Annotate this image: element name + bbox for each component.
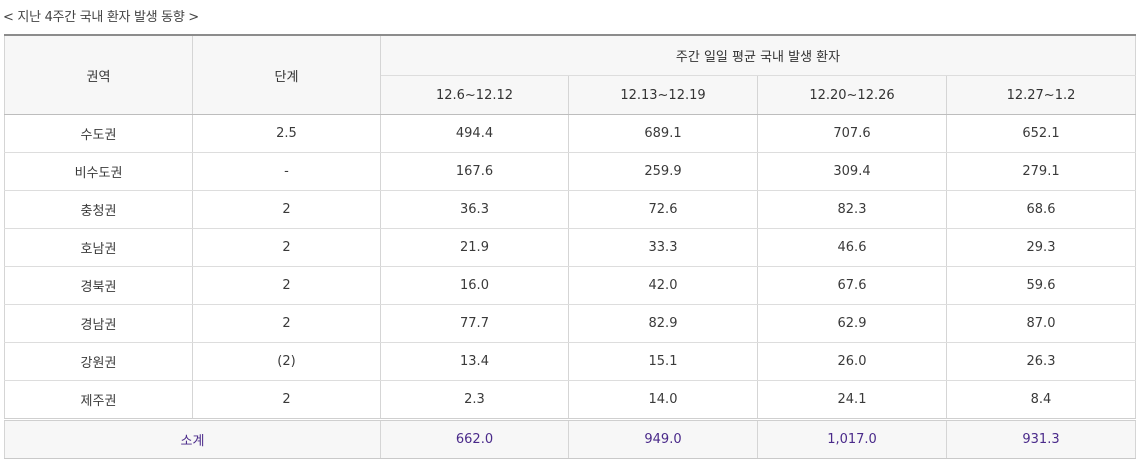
level-cell: 2	[192, 304, 381, 343]
value-cell: 13.4	[380, 342, 569, 381]
level-cell: 2	[192, 228, 381, 267]
value-cell: 87.0	[946, 304, 1136, 343]
region-cell: 충청권	[4, 190, 193, 229]
level-cell: 2	[192, 266, 381, 305]
value-cell: 167.6	[380, 152, 569, 191]
region-cell: 경북권	[4, 266, 193, 305]
column-header-week-1: 12.6~12.12	[380, 75, 569, 115]
value-cell: 689.1	[568, 114, 758, 153]
total-row: 소계 662.0 949.0 1,017.0 931.3	[4, 419, 1136, 459]
table-row: 경남권 2 77.7 82.9 62.9 87.0	[4, 304, 1136, 343]
value-cell: 494.4	[380, 114, 569, 153]
value-cell: 259.9	[568, 152, 758, 191]
region-cell: 경남권	[4, 304, 193, 343]
region-cell: 비수도권	[4, 152, 193, 191]
value-cell: 16.0	[380, 266, 569, 305]
level-cell: (2)	[192, 342, 381, 381]
column-header-region: 권역	[4, 34, 193, 115]
patient-trend-table: 권역 단계 주간 일일 평균 국내 발생 환자 12.6~12.12 12.13…	[4, 34, 1136, 459]
value-cell: 652.1	[946, 114, 1136, 153]
region-cell: 강원권	[4, 342, 193, 381]
table-caption: < 지난 4주간 국내 환자 발생 동향 >	[3, 10, 199, 25]
table-row: 수도권 2.5 494.4 689.1 707.6 652.1	[4, 114, 1136, 153]
level-cell: 2	[192, 190, 381, 229]
total-value-cell: 949.0	[568, 419, 758, 459]
value-cell: 59.6	[946, 266, 1136, 305]
column-header-week-3: 12.20~12.26	[757, 75, 947, 115]
table-row: 강원권 (2) 13.4 15.1 26.0 26.3	[4, 342, 1136, 381]
column-header-week-2: 12.13~12.19	[568, 75, 758, 115]
value-cell: 26.3	[946, 342, 1136, 381]
level-cell: -	[192, 152, 381, 191]
table-row: 비수도권 - 167.6 259.9 309.4 279.1	[4, 152, 1136, 191]
value-cell: 82.3	[757, 190, 947, 229]
value-cell: 707.6	[757, 114, 947, 153]
table-row: 경북권 2 16.0 42.0 67.6 59.6	[4, 266, 1136, 305]
value-cell: 2.3	[380, 380, 569, 421]
region-cell: 호남권	[4, 228, 193, 267]
value-cell: 309.4	[757, 152, 947, 191]
total-label: 소계	[4, 419, 381, 459]
value-cell: 62.9	[757, 304, 947, 343]
table-row: 제주권 2 2.3 14.0 24.1 8.4	[4, 380, 1136, 421]
value-cell: 24.1	[757, 380, 947, 421]
table-row: 충청권 2 36.3 72.6 82.3 68.6	[4, 190, 1136, 229]
value-cell: 21.9	[380, 228, 569, 267]
value-cell: 82.9	[568, 304, 758, 343]
total-value-cell: 1,017.0	[757, 419, 947, 459]
region-cell: 수도권	[4, 114, 193, 153]
column-header-group: 주간 일일 평균 국내 발생 환자	[380, 34, 1136, 76]
table-row: 호남권 2 21.9 33.3 46.6 29.3	[4, 228, 1136, 267]
total-value-cell: 662.0	[380, 419, 569, 459]
value-cell: 36.3	[380, 190, 569, 229]
value-cell: 67.6	[757, 266, 947, 305]
value-cell: 14.0	[568, 380, 758, 421]
value-cell: 33.3	[568, 228, 758, 267]
column-header-week-4: 12.27~1.2	[946, 75, 1136, 115]
value-cell: 8.4	[946, 380, 1136, 421]
value-cell: 77.7	[380, 304, 569, 343]
value-cell: 42.0	[568, 266, 758, 305]
total-value-cell: 931.3	[946, 419, 1136, 459]
value-cell: 15.1	[568, 342, 758, 381]
column-header-level: 단계	[192, 34, 381, 115]
region-cell: 제주권	[4, 380, 193, 421]
level-cell: 2	[192, 380, 381, 421]
value-cell: 279.1	[946, 152, 1136, 191]
value-cell: 29.3	[946, 228, 1136, 267]
value-cell: 26.0	[757, 342, 947, 381]
value-cell: 68.6	[946, 190, 1136, 229]
value-cell: 46.6	[757, 228, 947, 267]
value-cell: 72.6	[568, 190, 758, 229]
level-cell: 2.5	[192, 114, 381, 153]
